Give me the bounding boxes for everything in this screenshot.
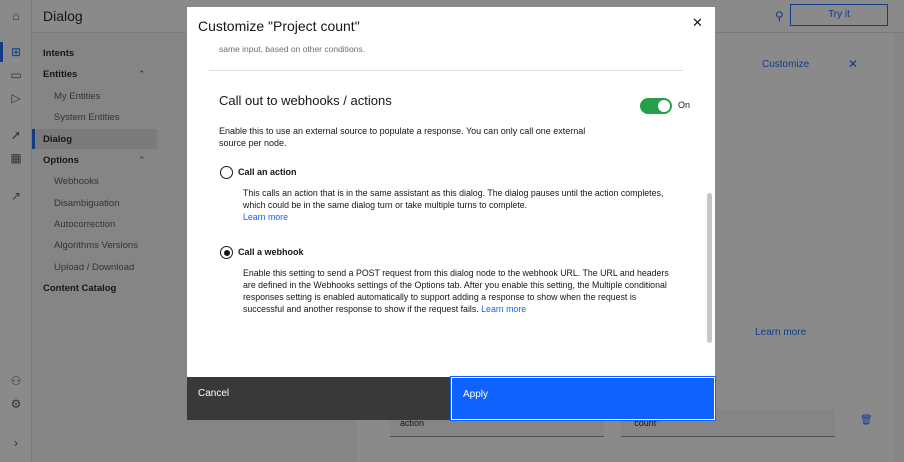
toggle-knob <box>658 100 670 112</box>
section-description: Enable this to use an external source to… <box>219 126 586 148</box>
section-title: Call out to webhooks / actions <box>219 93 392 108</box>
call-action-radio[interactable] <box>220 166 233 179</box>
webhooks-toggle[interactable] <box>640 98 672 114</box>
cancel-button[interactable]: Cancel <box>187 377 451 420</box>
apply-button[interactable]: Apply <box>450 376 716 421</box>
call-webhook-label[interactable]: Call a webhook <box>238 247 304 257</box>
call-action-text: This calls an action that is in the same… <box>243 188 664 210</box>
toggle-label: On <box>678 100 691 110</box>
section-divider <box>209 70 683 71</box>
call-webhook-text: Enable this setting to send a POST reque… <box>243 268 669 314</box>
call-webhook-description: Enable this setting to send a POST reque… <box>243 267 671 315</box>
modal-body: same input, based on other conditions. C… <box>187 43 715 377</box>
radio-selected-dot <box>223 249 230 256</box>
call-action-learn-more-link[interactable]: Learn more <box>243 212 288 222</box>
call-action-description: This calls an action that is in the same… <box>243 187 671 223</box>
call-action-label[interactable]: Call an action <box>238 167 297 177</box>
scrollbar-thumb[interactable] <box>707 193 712 343</box>
call-webhook-radio[interactable] <box>220 246 233 259</box>
customize-modal: Customize "Project count" ✕ same input, … <box>187 7 716 421</box>
truncated-text: same input, based on other conditions. <box>219 44 366 54</box>
call-webhook-learn-more-link[interactable]: Learn more <box>481 304 526 314</box>
modal-scrollbar[interactable] <box>706 43 713 377</box>
modal-title: Customize "Project count" <box>198 18 360 34</box>
close-icon[interactable]: ✕ <box>692 15 703 31</box>
